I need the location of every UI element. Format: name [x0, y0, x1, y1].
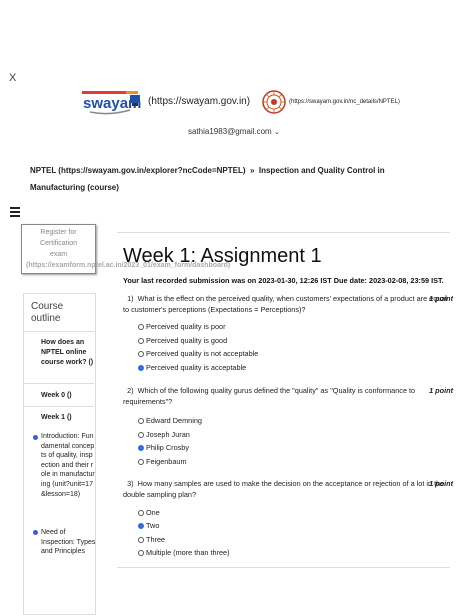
progress-dot-icon	[33, 435, 38, 440]
option-label: One	[146, 508, 160, 517]
breadcrumb-nptel-link[interactable]: NPTEL (https://swayam.gov.in/explorer?nc…	[30, 166, 246, 175]
breadcrumb: NPTEL (https://swayam.gov.in/explorer?nc…	[30, 162, 430, 196]
option-label: Perceived quality is poor	[146, 322, 226, 331]
option-selected[interactable]: Perceived quality is acceptable	[138, 363, 246, 372]
breadcrumb-separator: »	[249, 166, 255, 175]
option-label: Multiple (more than three)	[146, 548, 230, 557]
sidebar-item-week-1[interactable]: Week 1 ()	[41, 413, 96, 423]
radio-icon[interactable]	[138, 417, 144, 424]
close-icon[interactable]: X	[9, 72, 16, 84]
section-divider	[117, 567, 450, 568]
option-label: Philip Crosby	[146, 443, 189, 452]
nptel-seal-icon[interactable]	[262, 90, 286, 114]
option-label: Two	[146, 521, 160, 530]
option[interactable]: One	[138, 508, 160, 517]
option-label: Perceived quality is good	[146, 336, 228, 345]
register-label: Register for Certification exam	[40, 229, 77, 258]
option[interactable]: Perceived quality is poor	[138, 322, 226, 331]
user-email: sathia1983@gmail.com	[188, 127, 272, 136]
option-label: Joseph Juran	[146, 430, 190, 439]
menu-icon[interactable]	[10, 207, 20, 219]
radio-icon[interactable]	[138, 509, 144, 516]
title-divider	[117, 232, 450, 233]
radio-icon[interactable]	[138, 337, 144, 344]
question-text: What is the effect on the perceived qual…	[123, 294, 448, 314]
option[interactable]: Perceived quality is good	[138, 336, 227, 345]
sidebar-subitem-introduction[interactable]: Introduction: Fundamental concepts of qu…	[41, 432, 96, 499]
submission-info: Your last recorded submission was on 202…	[123, 276, 444, 285]
sidebar-divider	[24, 406, 94, 407]
radio-selected-icon[interactable]	[138, 444, 144, 451]
sidebar-divider	[24, 331, 94, 332]
option[interactable]: Multiple (more than three)	[138, 548, 230, 557]
question-points: 1 point	[429, 479, 453, 488]
sidebar-item-how-it-works[interactable]: How does an NPTEL online course work? ()	[41, 338, 96, 368]
radio-icon[interactable]	[138, 536, 144, 543]
option-label: Feigenbaum	[146, 457, 187, 466]
question-1: 1) What is the effect on the perceived q…	[123, 293, 453, 315]
option-selected[interactable]: Two	[138, 521, 159, 530]
swayam-logo[interactable]: swayam	[80, 90, 146, 116]
option-label: Edward Demning	[146, 416, 202, 425]
option-selected[interactable]: Philip Crosby	[138, 443, 189, 452]
sidebar-subitem-need-of-inspection[interactable]: Need of Inspection: Types and Principles	[41, 528, 96, 557]
question-points: 1 point	[429, 294, 453, 303]
option[interactable]: Three	[138, 535, 165, 544]
radio-icon[interactable]	[138, 323, 144, 330]
chevron-down-icon: ⌄	[273, 129, 280, 136]
sidebar-divider	[24, 383, 94, 384]
option-label: Three	[146, 535, 166, 544]
option[interactable]: Joseph Juran	[138, 430, 190, 439]
page-title: Week 1: Assignment 1	[123, 245, 322, 267]
option-label: Perceived quality is not acceptable	[146, 349, 259, 358]
radio-selected-icon[interactable]	[138, 364, 144, 371]
progress-dot-icon	[33, 530, 38, 535]
radio-icon[interactable]	[138, 549, 144, 556]
option[interactable]: Edward Demning	[138, 416, 202, 425]
question-number: 3)	[127, 479, 134, 488]
option[interactable]: Perceived quality is not acceptable	[138, 349, 258, 358]
question-number: 1)	[127, 294, 134, 303]
nptel-link[interactable]: (https://swayam.gov.in/nc_details/NPTEL)	[289, 99, 400, 105]
question-2: 2) Which of the following quality gurus …	[123, 385, 453, 407]
radio-icon[interactable]	[138, 431, 144, 438]
question-number: 2)	[127, 386, 134, 395]
option-label: Perceived quality is acceptable	[146, 363, 247, 372]
sidebar-heading: Course outline	[31, 301, 71, 325]
question-points: 1 point	[429, 386, 453, 395]
radio-icon[interactable]	[138, 350, 144, 357]
option[interactable]: Feigenbaum	[138, 457, 187, 466]
user-email-dropdown[interactable]: sathia1983@gmail.com ⌄	[188, 127, 280, 136]
radio-icon[interactable]	[138, 458, 144, 465]
question-3: 3) How many samples are used to make the…	[123, 478, 453, 500]
sidebar-item-week-0[interactable]: Week 0 ()	[41, 391, 96, 401]
sidebar-heading-text: Course outline	[31, 301, 64, 324]
question-text: Which of the following quality gurus def…	[123, 386, 416, 406]
swayam-link[interactable]: (https://swayam.gov.in)	[148, 96, 250, 107]
question-text: How many samples are used to make the de…	[123, 479, 445, 499]
swayam-logo-graphic: swayam	[82, 91, 141, 115]
radio-selected-icon[interactable]	[138, 522, 144, 529]
